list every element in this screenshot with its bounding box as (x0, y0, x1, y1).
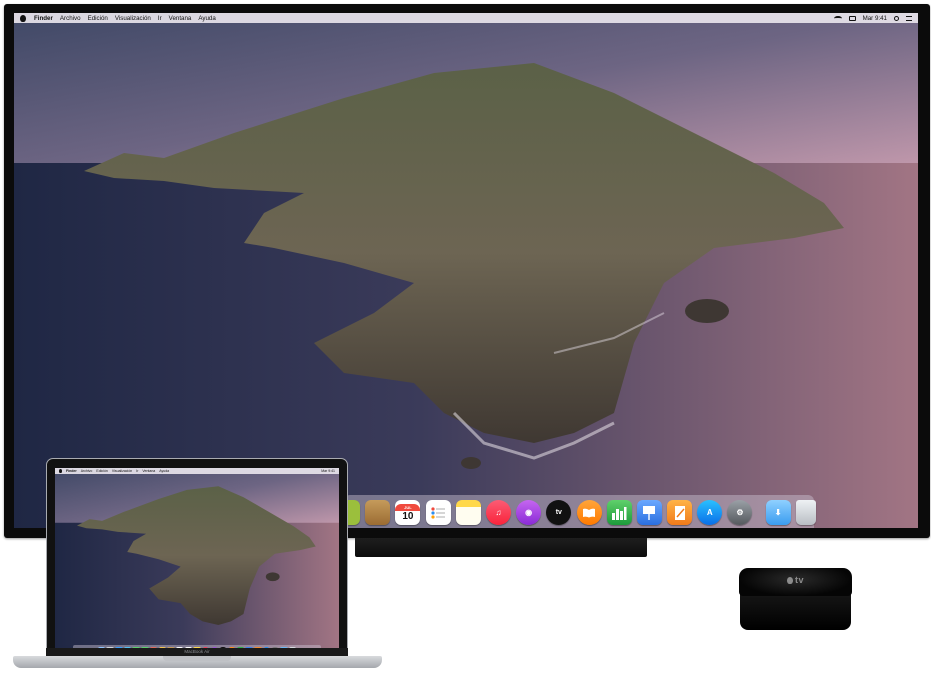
macbook-menu-ir[interactable]: Ir (136, 469, 138, 473)
macbook-menu-edicion[interactable]: Edición (96, 469, 107, 473)
trash-icon[interactable] (796, 500, 816, 525)
notes-icon[interactable] (456, 500, 481, 525)
wifi-icon[interactable] (834, 16, 842, 21)
music-glyph: ♫ (495, 508, 501, 517)
macbook-menu-archivo[interactable]: Archivo (81, 469, 93, 473)
menu-bar: Finder Archivo Edición Visualización Ir … (14, 13, 918, 23)
books-icon[interactable] (577, 500, 602, 525)
contacts-icon[interactable] (365, 500, 390, 525)
calendar-month: JUL (395, 504, 420, 511)
apple-logo-icon (787, 577, 793, 584)
macbook-wallpaper (55, 468, 339, 656)
system-preferences-icon[interactable]: ⚙ (727, 500, 752, 525)
music-icon[interactable]: ♫ (486, 500, 511, 525)
macbook-base (13, 656, 382, 668)
apple-tv-device: tv (739, 568, 852, 630)
podcasts-glyph: ◉ (525, 508, 532, 517)
tv-stand (355, 538, 647, 557)
macbook-screen: Finder Archivo Edición Visualización Ir … (55, 468, 339, 656)
calendar-day: 10 (402, 511, 413, 522)
catalina-wallpaper (14, 13, 918, 528)
app-store-glyph: A (707, 508, 713, 517)
calendar-icon[interactable]: JUL 10 (395, 500, 420, 525)
reminders-icon[interactable] (426, 500, 451, 525)
menu-visualizacion[interactable]: Visualización (115, 15, 151, 22)
apple-tv-logo: tv (739, 575, 852, 585)
podcasts-icon[interactable]: ◉ (516, 500, 541, 525)
macbook-menu-ventana[interactable]: Ventana (142, 469, 155, 473)
downloads-glyph: ⬇ (775, 508, 782, 517)
macbook-opening-notch (163, 656, 231, 661)
macbook-menu-ayuda[interactable]: Ayuda (159, 469, 169, 473)
menu-clock[interactable]: Mar 9:41 (863, 15, 887, 22)
apple-tv-app-icon[interactable]: tv (546, 500, 571, 525)
apple-menu-icon[interactable] (20, 15, 26, 22)
macbook-menu-clock[interactable]: Mar 9:41 (321, 469, 335, 473)
macbook-menu-bar: Finder Archivo Edición Visualización Ir … (55, 468, 339, 474)
menu-edicion[interactable]: Edición (88, 15, 108, 22)
app-store-icon[interactable]: A (697, 500, 722, 525)
macbook-apple-menu-icon[interactable] (59, 469, 62, 473)
notification-center-icon[interactable] (906, 16, 912, 21)
system-preferences-glyph: ⚙ (736, 508, 743, 517)
menu-ayuda[interactable]: Ayuda (198, 15, 215, 22)
menu-ventana[interactable]: Ventana (169, 15, 192, 22)
menu-ir[interactable]: Ir (158, 15, 162, 22)
menu-extras: Mar 9:41 (827, 15, 912, 22)
airplay-icon[interactable] (849, 16, 856, 21)
macbook-model-label: MacBook Air (46, 648, 348, 656)
macbook-menu-app-name[interactable]: Finder (66, 469, 77, 473)
keynote-icon[interactable] (637, 500, 662, 525)
dock: JUL 10 ♫ ◉ tv A ⚙ ⬇ (344, 495, 814, 528)
apple-tv-logo-text: tv (795, 575, 804, 585)
pages-icon[interactable] (667, 500, 692, 525)
tv-screen: Finder Archivo Edición Visualización Ir … (14, 13, 918, 528)
menu-app-name[interactable]: Finder (34, 15, 53, 22)
macbook-menu-extras: Mar 9:41 (314, 469, 335, 473)
downloads-folder-icon[interactable]: ⬇ (766, 500, 791, 525)
macbook-lid: Finder Archivo Edición Visualización Ir … (46, 458, 348, 658)
spotlight-search-icon[interactable] (894, 16, 899, 21)
partial-app-icon[interactable] (348, 500, 360, 525)
apple-tv-app-label: tv (556, 509, 562, 516)
macbook-menu-visualizacion[interactable]: Visualización (112, 469, 132, 473)
numbers-icon[interactable] (607, 500, 632, 525)
menu-archivo[interactable]: Archivo (60, 15, 81, 22)
